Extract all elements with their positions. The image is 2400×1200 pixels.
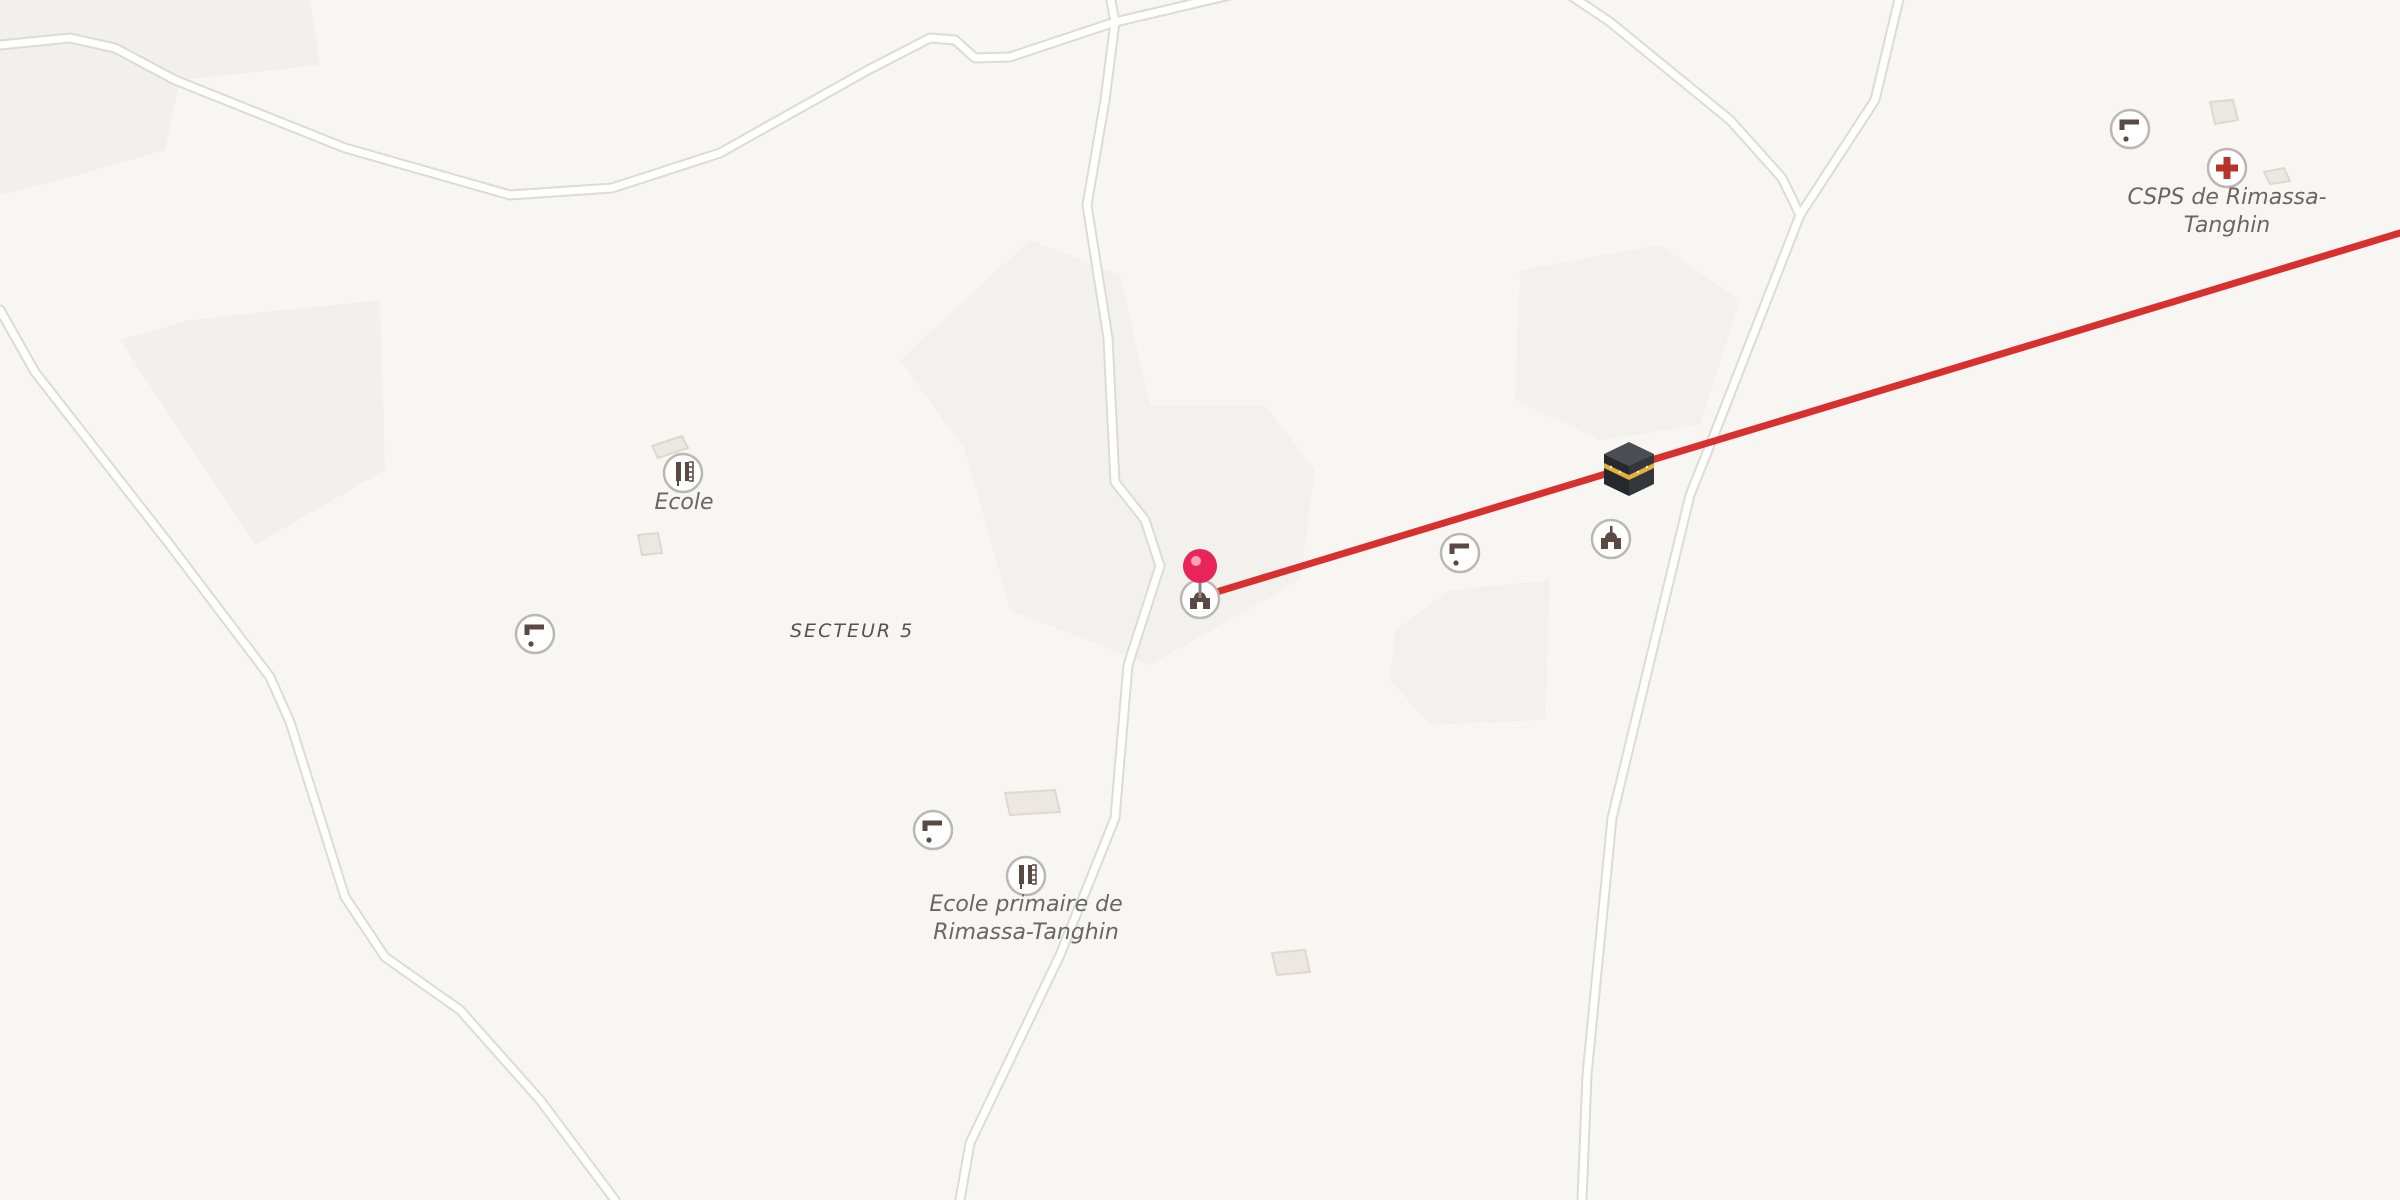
mosque-icon[interactable] [1590,518,1632,560]
poi-label-ecole: Ecole [654,490,714,515]
map-canvas[interactable]: Ecole SECTEUR 5 Ecole primaire de Rimass… [0,0,2400,1200]
water-tap-icon[interactable] [514,613,556,655]
district-label: SECTEUR 5 [790,620,915,642]
poi-label-line: Ecole primaire de [929,892,1123,917]
map-layer[interactable] [0,0,2400,1200]
poi-label-health-center: CSPS de Rimassa- Tanghin [2106,184,2348,240]
school-icon[interactable] [662,452,704,494]
poi-label-line: Tanghin [2183,213,2271,238]
kaaba-icon[interactable] [1604,442,1654,496]
poi-label-line: Rimassa-Tanghin [933,920,1119,945]
poi-label-line: CSPS de Rimassa- [2127,185,2327,210]
hospital-icon[interactable] [2206,147,2248,189]
route-line[interactable] [1196,229,2400,601]
water-tap-icon[interactable] [1439,532,1481,574]
poi-label-primary-school: Ecole primaire de Rimassa-Tanghin [896,891,1156,947]
school-icon[interactable] [1005,855,1047,897]
water-tap-icon[interactable] [2109,108,2151,150]
road-network [0,0,1905,1200]
water-tap-icon[interactable] [912,809,954,851]
